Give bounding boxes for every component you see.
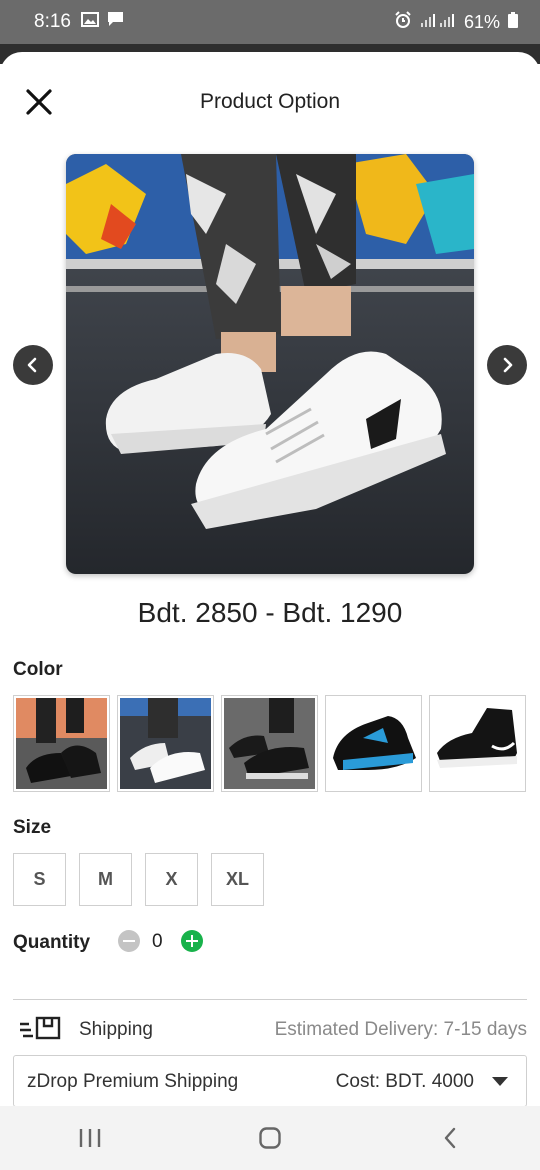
signal-icon [420,12,456,33]
size-option-x[interactable]: X [145,853,198,906]
shipping-label: Shipping [79,1019,153,1040]
color-swatch-black-speckle[interactable] [221,695,318,792]
back-button[interactable] [420,1113,480,1163]
chevron-left-icon [27,357,37,373]
size-label: Size [13,817,52,838]
color-label: Color [13,659,63,680]
recent-apps-icon [79,1129,101,1147]
gallery-notification-icon [80,11,99,33]
size-option-xl[interactable]: XL [211,853,264,906]
shipping-box-icon [19,1014,61,1049]
quantity-label: Quantity [13,932,91,953]
quantity-decrease-button[interactable] [118,930,140,952]
size-option-m[interactable]: M [79,853,132,906]
status-time: 8:16 [34,11,71,32]
color-swatch-black-blue[interactable] [325,695,422,792]
color-swatch-black-orange-sole[interactable] [13,695,110,792]
estimated-delivery: Estimated Delivery: 7-15 days [274,1019,527,1040]
size-option-s[interactable]: S [13,853,66,906]
color-swatch-list [13,695,526,792]
shipping-method-name: zDrop Premium Shipping [27,1071,239,1092]
size-option-list: S M X XL [13,853,264,906]
status-bar: 8:16 61% [0,0,540,44]
home-button[interactable] [240,1113,300,1163]
sheet-header: Product Option [0,52,540,152]
recent-apps-button[interactable] [60,1113,120,1163]
color-swatch-black-high-top[interactable] [429,695,526,792]
shipping-cost: Cost: BDT. 4000 [335,1071,474,1092]
system-navigation-bar [0,1106,540,1170]
color-swatch-white[interactable] [117,695,214,792]
price-range: Bdt. 2850 - Bdt. 1290 [137,597,403,628]
divider [13,999,527,1000]
message-notification-icon [107,11,124,33]
quantity-increase-button[interactable] [181,930,203,952]
product-option-sheet: Product Option Bdt. 2850 - Bdt. 1290 Col… [0,52,540,1106]
next-image-button[interactable] [487,345,527,385]
chevron-right-icon [503,357,513,373]
alarm-icon [394,10,412,34]
previous-image-button[interactable] [13,345,53,385]
battery-icon [508,11,518,33]
battery-percent: 61% [463,11,500,32]
shipping-row: Shipping Estimated Delivery: 7-15 days [13,1012,527,1046]
quantity-value: 0 [152,931,163,952]
back-icon [444,1127,456,1149]
home-icon [259,1127,281,1149]
page-title: Product Option [199,90,341,113]
product-image[interactable] [66,154,474,574]
shipping-method-select[interactable]: zDrop Premium Shipping Cost: BDT. 4000 [13,1055,527,1106]
dropdown-caret-icon [492,1077,508,1086]
